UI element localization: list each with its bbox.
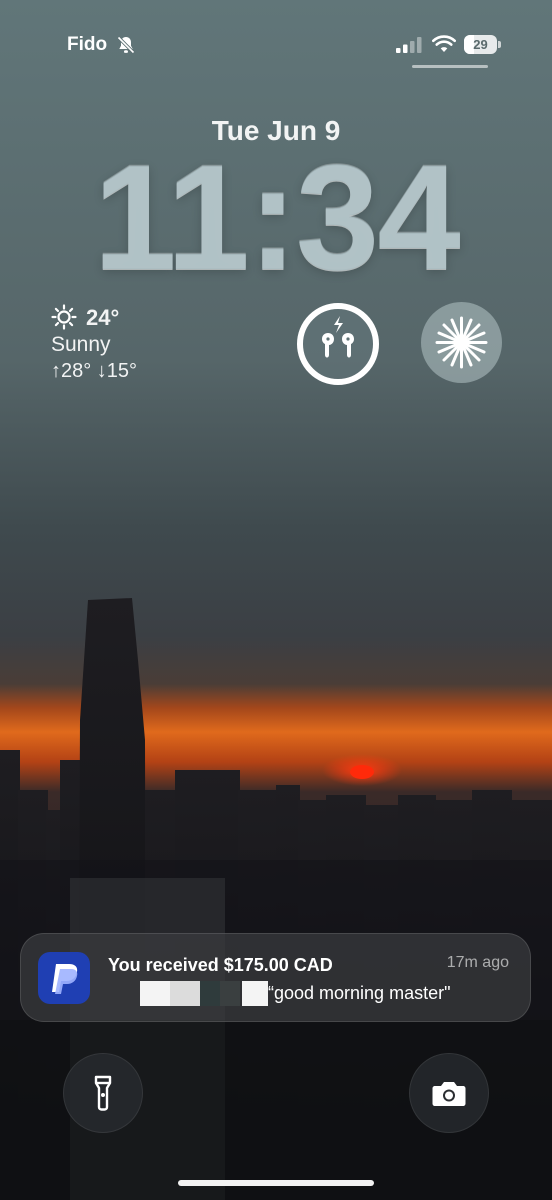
status-bar: Fido 29	[0, 0, 552, 90]
flashlight-icon	[94, 1075, 112, 1111]
lock-screen-time: 11:34	[93, 133, 460, 301]
perplexity-icon	[435, 316, 488, 369]
redacted-block	[242, 981, 268, 1006]
redacted-block	[220, 981, 240, 1006]
flashlight-button[interactable]	[63, 1053, 143, 1133]
camera-icon	[432, 1082, 466, 1106]
perplexity-widget[interactable]	[421, 302, 502, 383]
carrier-label: Fido	[67, 34, 108, 55]
redacted-block	[200, 981, 220, 1006]
battery-icon: 29	[464, 35, 502, 54]
weather-temperature: 24°	[86, 305, 120, 330]
home-indicator[interactable]	[178, 1180, 374, 1186]
redacted-block	[140, 981, 170, 1006]
control-center-indicator[interactable]	[412, 65, 488, 68]
redacted-block	[170, 981, 200, 1006]
weather-condition: Sunny	[51, 333, 111, 356]
battery-percentage: 29	[473, 37, 488, 52]
notification-time: 17m ago	[446, 954, 509, 971]
camera-button[interactable]	[409, 1053, 489, 1133]
notification-message: “good morning master"	[268, 983, 451, 1003]
battery-nub	[498, 41, 501, 48]
airpods-battery-icon[interactable]	[297, 303, 379, 385]
notification-card[interactable]: You received $175.00 CAD 17m ago “good m…	[20, 933, 531, 1022]
weather-high-low: ↑28° ↓15°	[51, 360, 138, 382]
wifi-icon	[432, 35, 456, 52]
sun-icon	[51, 304, 77, 330]
paypal-icon	[38, 952, 90, 1004]
bell-slash-icon	[117, 36, 135, 54]
cellular-signal-icon	[396, 37, 422, 53]
notification-title: You received $175.00 CAD	[108, 955, 333, 975]
